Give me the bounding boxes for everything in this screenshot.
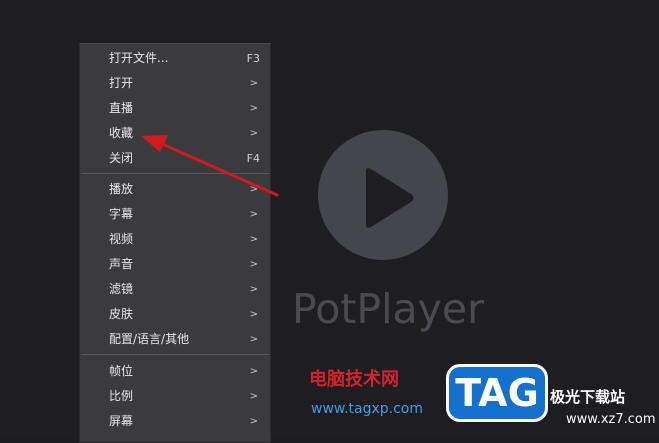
watermark-cn-text: 电脑技术网 xyxy=(309,369,399,390)
watermark-site-name: 极光下载站 xyxy=(550,388,626,406)
watermark-tag-logo: TAG xyxy=(446,364,548,422)
watermark-url: www.tagxp.com xyxy=(311,401,423,417)
watermark-site-url: www.xz7.com xyxy=(566,412,656,427)
